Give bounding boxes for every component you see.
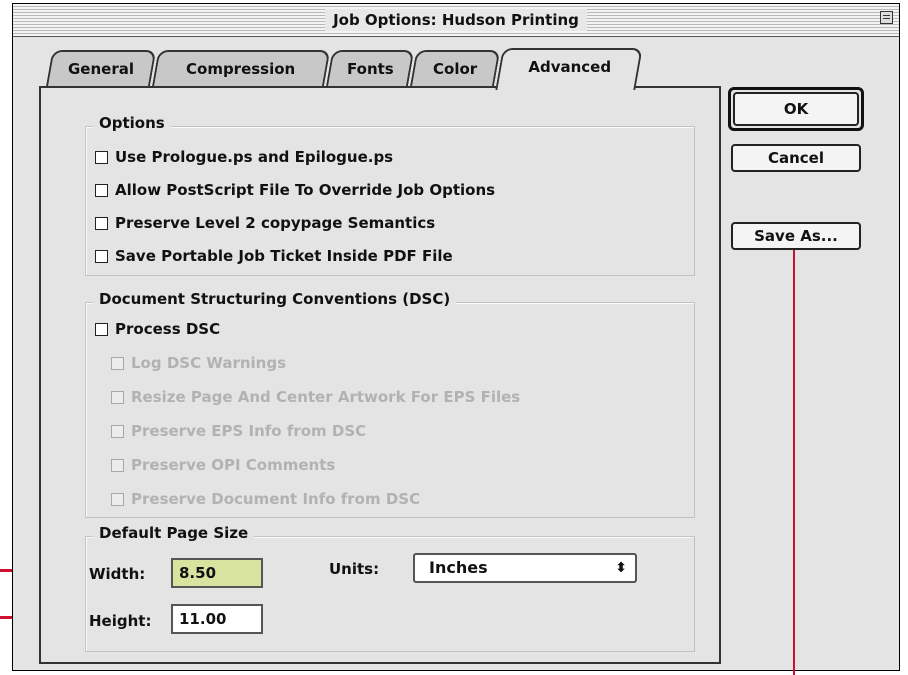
checkbox-label: Preserve OPI Comments <box>131 456 336 474</box>
checkbox-box <box>111 458 124 472</box>
checkbox-label: Preserve EPS Info from DSC <box>131 422 367 440</box>
save-as-callout-line <box>793 250 795 675</box>
checkbox-preserve-eps-info: Preserve EPS Info from DSC <box>111 422 366 440</box>
cancel-button[interactable]: Cancel <box>731 144 861 172</box>
checkbox-box[interactable] <box>95 322 108 336</box>
width-label: Width: <box>89 565 146 583</box>
checkbox-box <box>111 356 124 370</box>
checkbox-label: Preserve Level 2 copypage Semantics <box>115 214 436 232</box>
tab-compression[interactable]: Compression <box>151 50 331 88</box>
checkbox-box[interactable] <box>95 150 108 164</box>
ok-button[interactable]: OK <box>733 92 859 126</box>
checkbox-resize-page: Resize Page And Center Artwork For EPS F… <box>111 388 520 406</box>
dsc-heading: Document Structuring Conventions (DSC) <box>93 290 457 308</box>
checkbox-box[interactable] <box>95 249 108 263</box>
width-input[interactable]: 8.50 <box>171 558 263 588</box>
checkbox-label: Save Portable Job Ticket Inside PDF File <box>115 247 453 265</box>
checkbox-label: Process DSC <box>115 320 221 338</box>
checkbox-label: Preserve Document Info from DSC <box>131 490 421 508</box>
checkbox-box[interactable] <box>95 183 108 197</box>
window-title: Job Options: Hudson Printing <box>325 9 587 31</box>
units-select[interactable]: Inches ⬍ <box>413 553 637 583</box>
updown-arrows-icon: ⬍ <box>615 560 627 576</box>
checkbox-label: Resize Page And Center Artwork For EPS F… <box>131 388 521 406</box>
job-options-dialog: Job Options: Hudson Printing General Com… <box>12 3 900 671</box>
checkbox-preserve-doc-info: Preserve Document Info from DSC <box>111 490 420 508</box>
height-label: Height: <box>89 612 152 630</box>
checkbox-label: Log DSC Warnings <box>131 354 287 372</box>
checkbox-label: Allow PostScript File To Override Job Op… <box>115 181 496 199</box>
checkbox-box <box>111 390 124 404</box>
tab-advanced[interactable]: Advanced <box>495 48 643 90</box>
checkbox-label: Use Prologue.ps and Epilogue.ps <box>115 148 394 166</box>
tab-fonts[interactable]: Fonts <box>325 50 415 88</box>
advanced-panel: Options Use Prologue.ps and Epilogue.ps … <box>39 86 721 664</box>
options-heading: Options <box>93 114 171 132</box>
checkbox-process-dsc[interactable]: Process DSC <box>95 320 220 338</box>
tab-color[interactable]: Color <box>409 50 501 88</box>
checkbox-box[interactable] <box>95 216 108 230</box>
checkbox-box <box>111 492 124 506</box>
units-select-value: Inches <box>429 558 488 577</box>
collapse-box-icon[interactable] <box>880 11 893 24</box>
title-bar[interactable]: Job Options: Hudson Printing <box>13 4 899 37</box>
checkbox-allow-postscript-override[interactable]: Allow PostScript File To Override Job Op… <box>95 181 495 199</box>
checkbox-preserve-copypage[interactable]: Preserve Level 2 copypage Semantics <box>95 214 435 232</box>
page-size-heading: Default Page Size <box>93 524 255 542</box>
tab-general[interactable]: General <box>45 50 157 88</box>
checkbox-preserve-opi: Preserve OPI Comments <box>111 456 335 474</box>
checkbox-save-job-ticket[interactable]: Save Portable Job Ticket Inside PDF File <box>95 247 453 265</box>
checkbox-use-prologue[interactable]: Use Prologue.ps and Epilogue.ps <box>95 148 393 166</box>
units-label: Units: <box>329 560 380 578</box>
save-as-button[interactable]: Save As... <box>731 222 861 250</box>
checkbox-box <box>111 424 124 438</box>
height-input[interactable]: 11.00 <box>171 604 263 634</box>
checkbox-log-dsc-warnings: Log DSC Warnings <box>111 354 286 372</box>
